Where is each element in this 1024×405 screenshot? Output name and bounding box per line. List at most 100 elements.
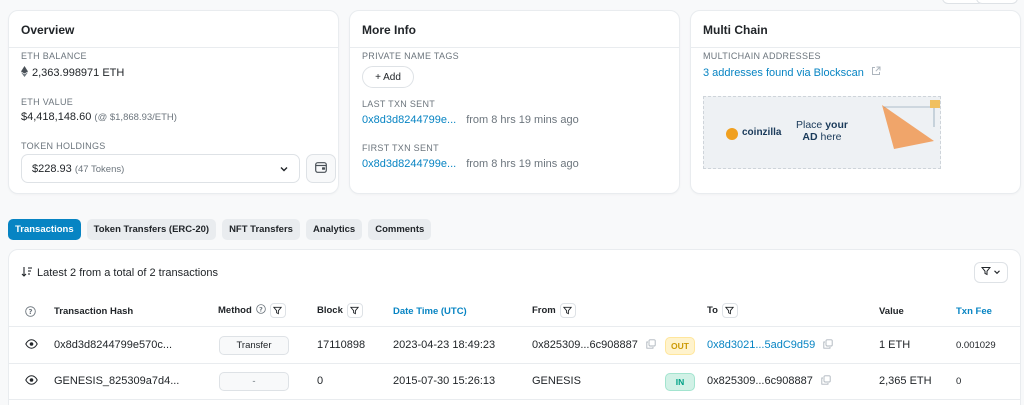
block-link[interactable]: 17110898	[317, 339, 365, 351]
filter-icon	[725, 306, 735, 315]
token-holdings-label: TOKEN HOLDINGS	[21, 141, 106, 151]
header-method: Method ?	[218, 303, 286, 318]
ad-text: Place your AD here	[796, 119, 848, 143]
filter-icon	[563, 306, 573, 315]
top-toolbar-button[interactable]	[976, 0, 1018, 4]
ad-line2b: here	[817, 131, 842, 143]
copy-icon[interactable]	[646, 339, 656, 352]
direction-badge: IN	[665, 373, 695, 391]
tab-token-transfers[interactable]: Token Transfers (ERC-20)	[86, 219, 217, 240]
last-txn-hash-link[interactable]: 0x8d3d8244799e...	[362, 114, 456, 126]
eth-value: $4,418,148.60 (@ $1,868.93/ETH)	[21, 111, 177, 123]
svg-text:?: ?	[28, 308, 32, 316]
method-filter-button[interactable]	[269, 303, 286, 318]
help-icon[interactable]: ?	[256, 304, 266, 317]
from-address-text: 0x825309...6c908887	[532, 339, 638, 351]
header-block: Block	[317, 303, 363, 318]
last-txn-line: 0x8d3d8244799e... from 8 hrs 19 mins ago	[362, 114, 579, 126]
header-from: From	[532, 303, 576, 318]
tab-nft-transfers[interactable]: NFT Transfers	[222, 219, 300, 240]
table-header: ? Transaction Hash Method ? Block Date T…	[9, 297, 1020, 327]
sort-icon	[21, 266, 33, 280]
ad-brand: coinzilla	[742, 127, 782, 138]
to-address-text: 0x825309...6c908887	[707, 375, 813, 387]
to-address: 0x8d3021...5adC9d59	[707, 339, 833, 352]
first-txn-time: from 8 hrs 19 mins ago	[466, 158, 579, 170]
first-txn-line: 0x8d3d8244799e... from 8 hrs 19 mins ago	[362, 158, 579, 170]
last-txn-time: from 8 hrs 19 mins ago	[466, 114, 579, 126]
ad-line1b: your	[825, 119, 848, 131]
filter-icon	[350, 306, 360, 315]
last-txn-label: LAST TXN SENT	[362, 99, 436, 109]
eth-balance-value: 2,363.998971 ETH	[32, 67, 125, 79]
filter-dropdown-button[interactable]	[974, 262, 1008, 283]
eth-balance: 2,363.998971 ETH	[21, 66, 124, 80]
header-datetime[interactable]: Date Time (UTC)	[393, 306, 467, 317]
table-row: 0x8d3d8244799e570c... Transfer 17110898 …	[9, 328, 1020, 364]
txn-fee: 0	[956, 376, 962, 387]
summary-text: Latest 2 from a total of 2 transactions	[37, 267, 218, 279]
more-info-card: More Info PRIVATE NAME TAGS + Add LAST T…	[349, 10, 680, 194]
method-badge: -	[219, 372, 289, 391]
first-txn-hash-link[interactable]: 0x8d3d8244799e...	[362, 158, 456, 170]
help-icon[interactable]: ?	[25, 306, 36, 317]
blockscan-link[interactable]: 3 addresses found via Blockscan	[703, 66, 881, 79]
block-link[interactable]: 0	[317, 375, 323, 387]
ad-banner[interactable]: coinzilla Place your AD here	[703, 96, 941, 169]
token-value: $228.93	[32, 163, 72, 175]
eye-icon[interactable]	[25, 375, 38, 388]
eth-value-label: ETH VALUE	[21, 97, 74, 107]
more-info-title: More Info	[362, 23, 416, 37]
header-txn-fee[interactable]: Txn Fee	[956, 306, 992, 317]
direction-badge: OUT	[665, 337, 695, 355]
tab-analytics[interactable]: Analytics	[305, 219, 363, 240]
header-value: Value	[879, 306, 904, 317]
header-method-label: Method	[218, 305, 252, 316]
method-badge: Transfer	[219, 336, 289, 355]
wallet-button[interactable]	[306, 154, 336, 183]
ad-line1a: Place	[796, 119, 826, 131]
to-address: 0x825309...6c908887	[707, 375, 831, 388]
copy-icon[interactable]	[823, 339, 833, 352]
to-filter-button[interactable]	[721, 303, 738, 318]
tab-transactions[interactable]: Transactions	[8, 219, 81, 240]
txn-fee: 0.001029	[956, 340, 996, 351]
from-address: 0x825309...6c908887	[532, 339, 656, 352]
first-txn-label: FIRST TXN SENT	[362, 143, 439, 153]
copy-icon[interactable]	[821, 375, 831, 388]
transactions-panel: Latest 2 from a total of 2 transactions …	[8, 249, 1021, 405]
eth-value-amount: $4,418,148.60	[21, 111, 92, 123]
token-holdings-dropdown[interactable]: $228.93 (47 Tokens)	[21, 154, 300, 183]
divider	[691, 47, 1020, 48]
txn-hash: GENESIS_825309a7d4...	[54, 375, 180, 387]
overview-card: Overview ETH BALANCE 2,363.998971 ETH ET…	[8, 10, 339, 194]
filter-icon	[980, 266, 992, 279]
external-link-icon	[871, 66, 881, 79]
from-address-text: GENESIS	[532, 375, 581, 387]
chevron-down-icon	[993, 267, 1001, 279]
chevron-down-icon	[279, 164, 289, 177]
ethereum-icon	[21, 66, 29, 80]
txn-hash-link[interactable]: 0x8d3d8244799e570c...	[54, 339, 172, 351]
block-filter-button[interactable]	[346, 303, 363, 318]
header-block-label: Block	[317, 305, 343, 316]
multi-chain-card: Multi Chain MULTICHAIN ADDRESSES 3 addre…	[690, 10, 1021, 194]
multichain-addresses-label: MULTICHAIN ADDRESSES	[703, 51, 821, 61]
tab-comments[interactable]: Comments	[368, 219, 432, 240]
header-to-label: To	[707, 305, 718, 316]
token-count: (47 Tokens)	[74, 164, 125, 175]
table-row: GENESIS_825309a7d4... - 0 2015-07-30 15:…	[9, 364, 1020, 400]
header-to: To	[707, 303, 738, 318]
eth-rate: (@ $1,868.93/ETH)	[94, 112, 177, 123]
private-name-tags-label: PRIVATE NAME TAGS	[362, 51, 459, 61]
eye-icon[interactable]	[25, 339, 38, 352]
overview-title: Overview	[21, 23, 75, 37]
from-filter-button[interactable]	[559, 303, 576, 318]
add-name-tag-button[interactable]: + Add	[362, 66, 414, 88]
wallet-icon	[315, 161, 327, 176]
tab-bar: Transactions Token Transfers (ERC-20) NF…	[8, 219, 432, 240]
to-address-link[interactable]: 0x8d3021...5adC9d59	[707, 339, 815, 351]
filter-icon	[273, 306, 283, 315]
header-from-label: From	[532, 305, 556, 316]
txn-datetime: 2015-07-30 15:26:13	[393, 375, 496, 387]
